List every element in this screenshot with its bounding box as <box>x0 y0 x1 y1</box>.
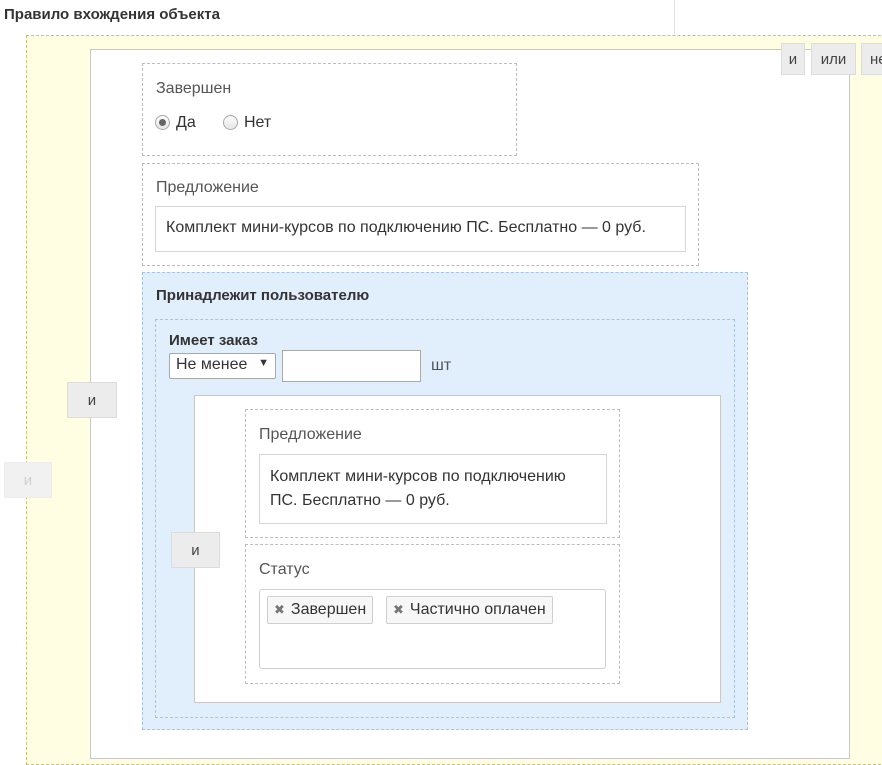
page-title: Правило вхождения объекта <box>4 6 220 23</box>
status-tag: ✖ Завершен <box>267 596 374 624</box>
remove-tag-icon[interactable]: ✖ <box>393 602 404 618</box>
completed-condition <box>142 63 517 156</box>
chevron-down-icon: ▼ <box>258 357 269 369</box>
offer-value[interactable]: Комплект мини-курсов по подключению ПС. … <box>155 206 686 252</box>
completed-label: Завершен <box>156 80 232 97</box>
belongs-to-user-label: Принадлежит пользователю <box>156 287 370 304</box>
not-button[interactable]: не <box>861 43 882 75</box>
offer-label: Предложение <box>156 179 259 196</box>
radio-no-label[interactable]: Нет <box>244 114 271 132</box>
quantity-input[interactable] <box>282 350 421 382</box>
radio-no[interactable] <box>223 115 238 130</box>
status-label: Статус <box>259 561 310 578</box>
inner-offer-value[interactable]: Комплект мини-курсов по подключению ПС. … <box>259 454 607 524</box>
status-tag: ✖ Частично оплачен <box>386 596 553 624</box>
radio-yes-label[interactable]: Да <box>176 114 196 132</box>
and-button[interactable]: и <box>781 43 805 75</box>
status-tag-label: Частично оплачен <box>409 601 546 618</box>
divider <box>674 0 675 34</box>
remove-tag-icon[interactable]: ✖ <box>274 602 285 618</box>
or-button[interactable]: или <box>811 43 856 75</box>
inner-offer-value-line2: ПС. Бесплатно — 0 руб. <box>270 492 450 509</box>
group-operator-button[interactable]: и <box>67 382 117 418</box>
radio-yes[interactable] <box>155 115 170 130</box>
has-order-label: Имеет заказ <box>169 332 258 349</box>
comparator-select[interactable]: Не менее ▼ <box>169 353 276 379</box>
comparator-value: Не менее <box>176 356 248 373</box>
inner-offer-value-line1: Комплект мини-курсов по подключению <box>270 468 566 485</box>
inner-offer-label: Предложение <box>259 426 362 443</box>
status-tag-label: Завершен <box>290 601 367 618</box>
unit-label: шт <box>431 357 452 374</box>
outer-operator-button[interactable]: и <box>4 462 52 498</box>
inner-operator-button[interactable]: и <box>171 532 220 568</box>
